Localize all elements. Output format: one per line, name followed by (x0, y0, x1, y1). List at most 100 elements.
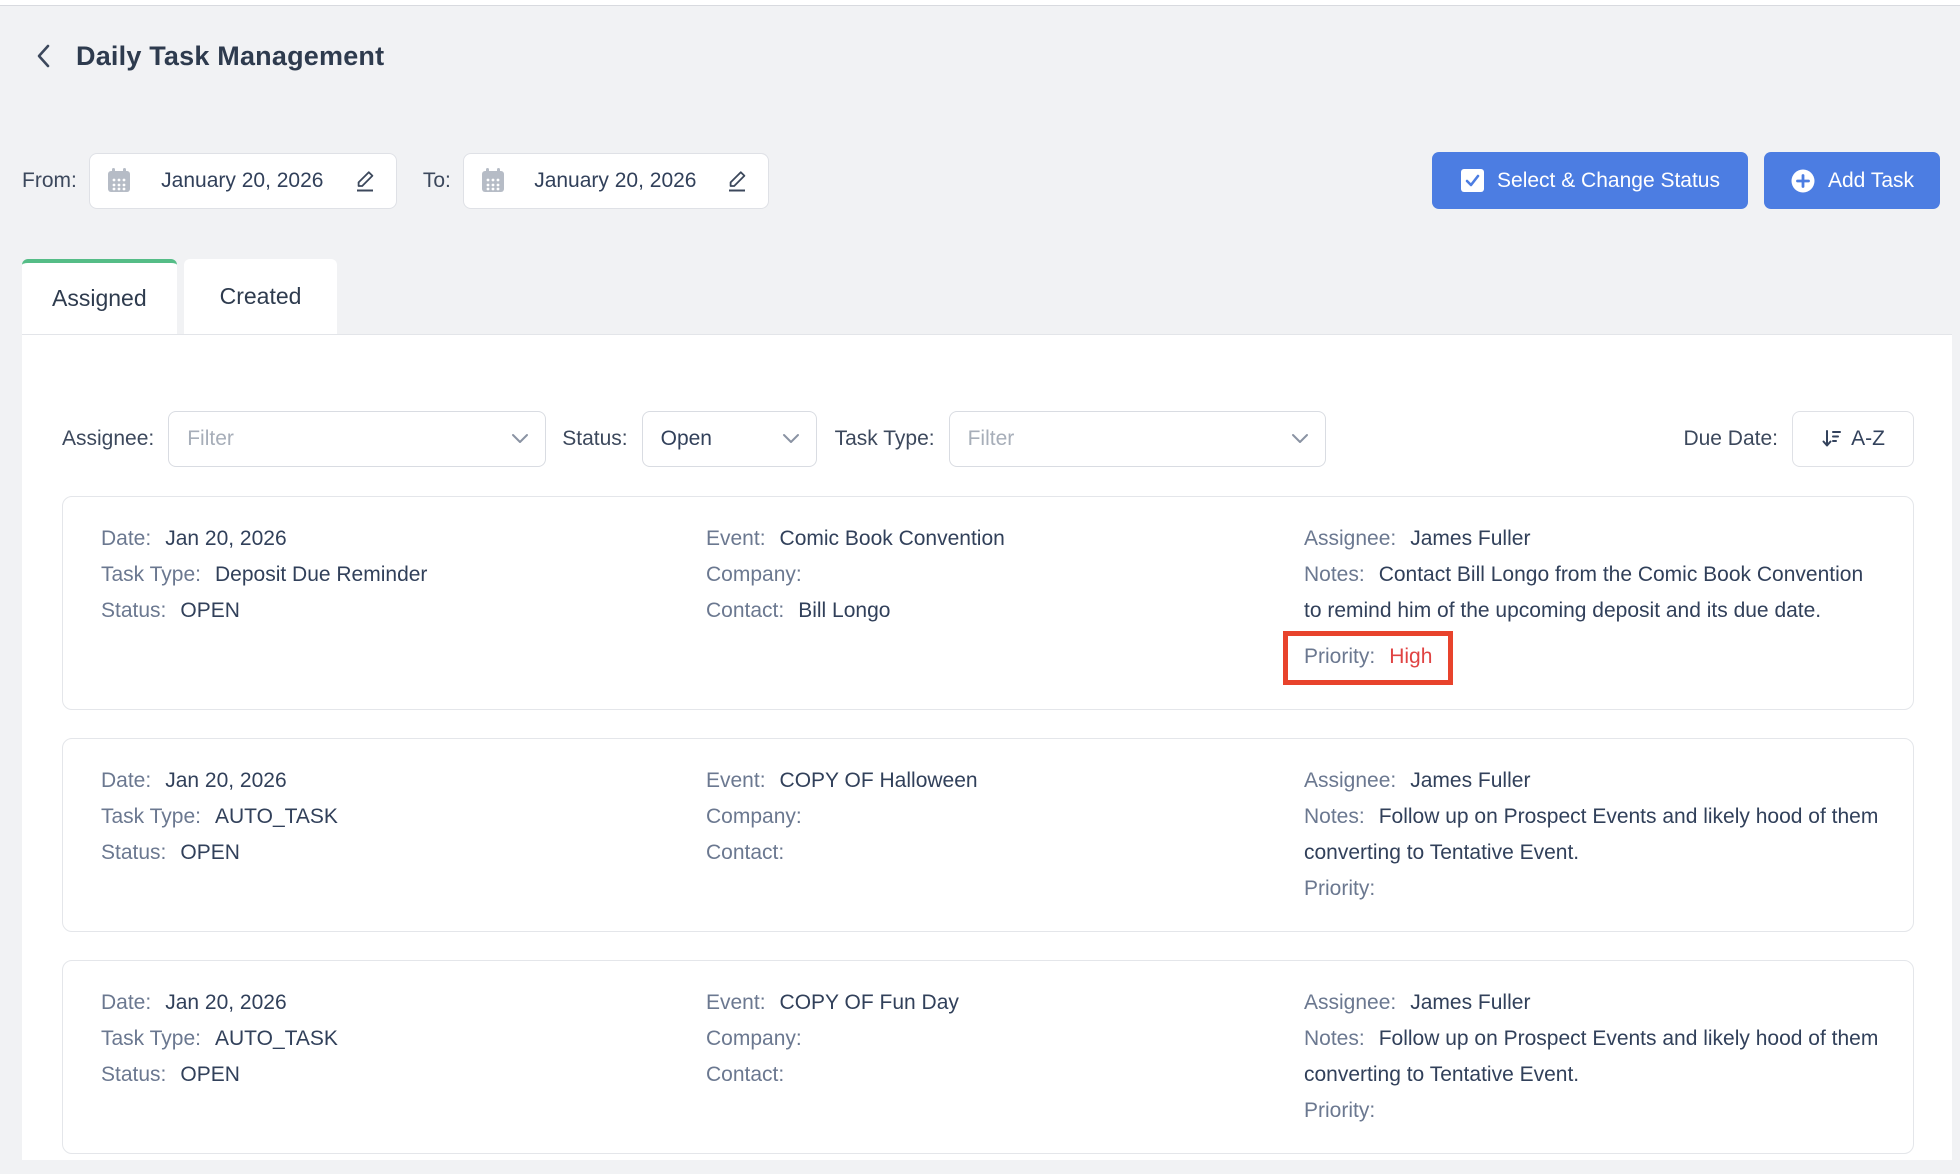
add-task-label: Add Task (1828, 169, 1914, 193)
add-task-button[interactable]: Add Task (1764, 152, 1940, 209)
from-date-picker[interactable]: January 20, 2026 (89, 153, 397, 209)
calendar-icon (480, 167, 506, 195)
notes-value: Follow up on Prospect Events and likely … (1304, 1027, 1878, 1086)
due-date-sort-button[interactable]: A-Z (1792, 411, 1914, 467)
priority-label: Priority: (1304, 1099, 1375, 1122)
event-label: Event: (706, 527, 766, 550)
task-type-row: Task Type: AUTO_TASK (101, 1021, 706, 1057)
assignee-filter-label: Assignee: (62, 427, 154, 451)
task-status-row: Status: OPEN (101, 593, 706, 629)
contact-value: Bill Longo (798, 599, 890, 622)
edit-pencil-icon[interactable] (725, 168, 750, 194)
tab-assigned-label: Assigned (52, 285, 147, 312)
task-type-filter-label: Task Type: (835, 427, 935, 451)
status-filter-select[interactable]: Open (642, 411, 817, 467)
task-status-row: Status:OPEN (101, 1057, 706, 1093)
tab-assigned[interactable]: Assigned (22, 259, 177, 334)
status-value: OPEN (180, 841, 240, 864)
date-value: Jan 20, 2026 (165, 991, 286, 1014)
event-label: Event: (706, 991, 766, 1014)
assignee-label: Assignee: (1304, 527, 1396, 550)
task-contact-row: Contact: (706, 1057, 1304, 1093)
status-label: Status: (101, 841, 166, 864)
to-date-picker[interactable]: January 20, 2026 (463, 153, 769, 209)
contact-label: Contact: (706, 599, 784, 622)
priority-label: Priority: (1304, 877, 1375, 900)
company-label: Company: (706, 805, 802, 828)
chevron-down-icon (511, 433, 529, 445)
event-value: COPY OF Halloween (780, 769, 978, 792)
top-divider (0, 0, 1960, 6)
task-event-row: Event: COPY OF Fun Day (706, 985, 1304, 1021)
event-value: COPY OF Fun Day (780, 991, 959, 1014)
status-label: Status: (101, 599, 166, 622)
page-header: Daily Task Management (30, 34, 1960, 78)
task-panel: Assignee: Filter Status: Open Task Type:… (22, 334, 1952, 1160)
company-label: Company: (706, 1027, 802, 1050)
assignee-filter-select[interactable]: Filter (168, 411, 546, 467)
assignee-label: Assignee: (1304, 769, 1396, 792)
from-label: From: (22, 169, 77, 193)
task-date-row: Date: Jan 20, 2026 (101, 521, 706, 557)
task-card[interactable]: Date: Jan 20, 2026 Task Type:Deposit Due … (62, 496, 1914, 710)
tab-created[interactable]: Created (184, 259, 338, 334)
task-assignee-row: Assignee:James Fuller (1304, 521, 1885, 557)
calendar-icon (106, 167, 132, 195)
back-button[interactable] (30, 41, 56, 71)
select-change-status-label: Select & Change Status (1497, 169, 1720, 193)
contact-label: Contact: (706, 841, 784, 864)
task-card-col-right: Assignee:James Fuller Notes:Contact Bill… (1304, 521, 1885, 685)
status-filter-value: Open (661, 427, 782, 451)
task-priority-row-highlighted: Priority:High (1283, 631, 1453, 685)
contact-label: Contact: (706, 1063, 784, 1086)
sort-descending-icon (1821, 428, 1843, 450)
event-value: Comic Book Convention (780, 527, 1005, 550)
date-value: Jan 20, 2026 (165, 527, 286, 550)
tab-created-label: Created (220, 283, 302, 310)
task-type-row: Task Type:Deposit Due Reminder (101, 557, 706, 593)
edit-pencil-icon[interactable] (353, 168, 378, 194)
task-company-row: Company: (706, 799, 1304, 835)
task-event-row: Event: COPY OF Halloween (706, 763, 1304, 799)
task-card[interactable]: Date:Jan 20, 2026 Task Type:AUTO_TASK St… (62, 960, 1914, 1154)
chevron-down-icon (782, 433, 800, 445)
chevron-down-icon (1291, 433, 1309, 445)
chevron-left-icon (35, 43, 51, 69)
notes-value: Follow up on Prospect Events and likely … (1304, 805, 1878, 864)
task-card-col-middle: Event: Comic Book Convention Company: Con… (706, 521, 1304, 685)
task-type-filter-placeholder: Filter (968, 427, 1291, 451)
task-company-row: Company: (706, 1021, 1304, 1057)
date-label: Date: (101, 769, 151, 792)
task-type-filter-select[interactable]: Filter (949, 411, 1326, 467)
event-label: Event: (706, 769, 766, 792)
assignee-filter-placeholder: Filter (187, 427, 511, 451)
tab-bar: Assigned Created (22, 259, 1960, 334)
company-label: Company: (706, 563, 802, 586)
task-contact-row: Contact: (706, 835, 1304, 871)
task-contact-row: Contact: Bill Longo (706, 593, 1304, 629)
task-card-col-right: Assignee:James Fuller Notes:Follow up on… (1304, 985, 1885, 1129)
date-label: Date: (101, 527, 151, 550)
task-card-col-middle: Event: COPY OF Halloween Company: Contact… (706, 763, 1304, 907)
task-company-row: Company: (706, 557, 1304, 593)
notes-label: Notes: (1304, 563, 1365, 586)
due-date-label: Due Date: (1683, 427, 1778, 451)
task-card-col-right: Assignee:James Fuller Notes:Follow up on… (1304, 763, 1885, 907)
to-label: To: (423, 169, 451, 193)
task-card-col-left: Date:Jan 20, 2026 Task Type:AUTO_TASK St… (101, 763, 706, 907)
task-card-col-left: Date: Jan 20, 2026 Task Type:Deposit Due … (101, 521, 706, 685)
assignee-label: Assignee: (1304, 991, 1396, 1014)
plus-circle-icon (1790, 168, 1816, 194)
status-value: OPEN (180, 599, 240, 622)
task-priority-row: Priority: (1304, 871, 1389, 907)
task-type-label: Task Type: (101, 1027, 201, 1050)
task-card[interactable]: Date:Jan 20, 2026 Task Type:AUTO_TASK St… (62, 738, 1914, 932)
filter-row: Assignee: Filter Status: Open Task Type:… (62, 335, 1914, 467)
select-change-status-button[interactable]: Select & Change Status (1432, 152, 1748, 209)
task-notes-row: Notes:Contact Bill Longo from the Comic … (1304, 557, 1879, 629)
checkbox-checked-icon (1460, 168, 1485, 193)
task-type-label: Task Type: (101, 805, 201, 828)
to-date-value: January 20, 2026 (522, 169, 709, 193)
task-type-value: AUTO_TASK (215, 1027, 338, 1050)
assignee-value: James Fuller (1410, 991, 1530, 1014)
